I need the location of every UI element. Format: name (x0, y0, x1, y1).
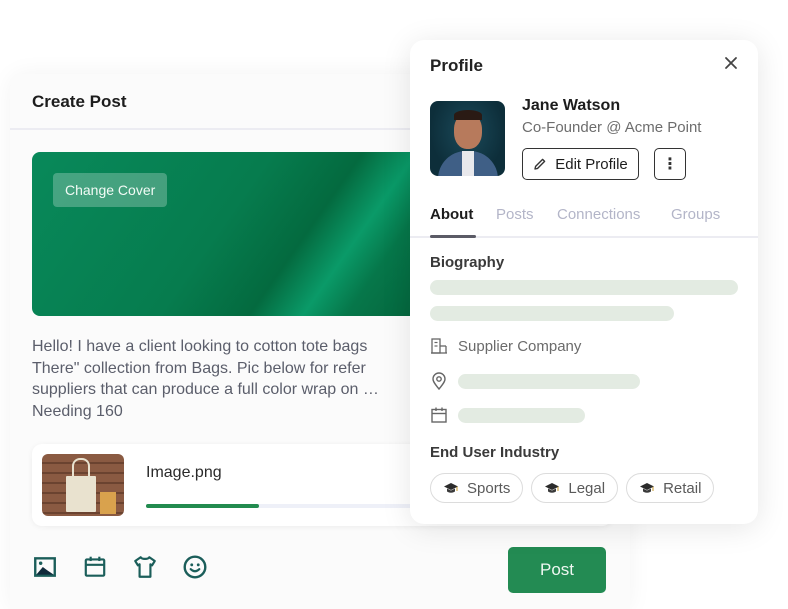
more-vertical-icon: ⋮ (662, 156, 678, 173)
attachment-file-name: Image.png (146, 464, 222, 481)
post-text-input[interactable]: Hello! I have a client looking to cotton… (32, 336, 432, 422)
industry-chip-retail[interactable]: Retail (626, 473, 715, 503)
company-row: Supplier Company (430, 337, 581, 355)
calendar-icon[interactable] (82, 554, 108, 580)
industry-label: Sports (467, 479, 511, 497)
industry-chip-sports[interactable]: Sports (430, 473, 524, 503)
end-user-industry-label: End User Industry (430, 444, 560, 461)
create-post-title: Create Post (32, 92, 127, 111)
industry-label: Legal (568, 479, 606, 497)
tab-groups[interactable]: Groups (671, 206, 720, 223)
smiley-icon[interactable] (182, 554, 208, 580)
biography-skeleton-line (430, 280, 738, 295)
tab-posts[interactable]: Posts (496, 206, 534, 223)
tab-about[interactable]: About (430, 206, 473, 223)
profile-tabs: About Posts Connections Groups (410, 204, 758, 238)
profile-panel: Profile Jane Watson Co-Founder @ Acme Po… (410, 40, 758, 524)
industry-chips: Sports Legal Retail (430, 473, 715, 503)
post-button[interactable]: Post (508, 547, 606, 593)
biography-skeleton-line (430, 306, 674, 321)
change-cover-button[interactable]: Change Cover (53, 173, 168, 207)
graduation-cap-icon (444, 483, 458, 493)
attachment-thumbnail (42, 454, 124, 516)
avatar (430, 101, 505, 176)
upload-progress-fill (146, 504, 259, 508)
industry-chip-legal[interactable]: Legal (531, 473, 619, 503)
edit-profile-label: Edit Profile (555, 155, 628, 173)
image-icon[interactable] (32, 554, 58, 580)
location-row (430, 372, 640, 390)
location-skeleton (458, 373, 640, 389)
industry-label: Retail (663, 479, 702, 497)
biography-label: Biography (430, 254, 505, 271)
post-toolbar (32, 554, 208, 580)
shirt-icon[interactable] (132, 554, 158, 580)
profile-role: Co-Founder @ Acme Point (522, 119, 702, 136)
active-tab-indicator (430, 235, 476, 238)
graduation-cap-icon (640, 483, 655, 493)
calendar-icon (431, 407, 447, 423)
close-icon[interactable] (724, 54, 738, 74)
tab-connections[interactable]: Connections (557, 206, 640, 223)
edit-profile-button[interactable]: Edit Profile (522, 148, 639, 180)
profile-title: Profile (430, 56, 483, 75)
date-skeleton (458, 407, 585, 423)
pencil-icon (534, 158, 546, 170)
graduation-cap-icon (545, 483, 560, 493)
more-options-button[interactable]: ⋮ (654, 148, 686, 180)
building-icon (431, 338, 447, 354)
profile-name: Jane Watson (522, 97, 621, 114)
date-row (430, 406, 585, 424)
company-name: Supplier Company (458, 337, 582, 355)
cover-image: Change Cover (32, 152, 452, 316)
location-pin-icon (432, 372, 446, 390)
